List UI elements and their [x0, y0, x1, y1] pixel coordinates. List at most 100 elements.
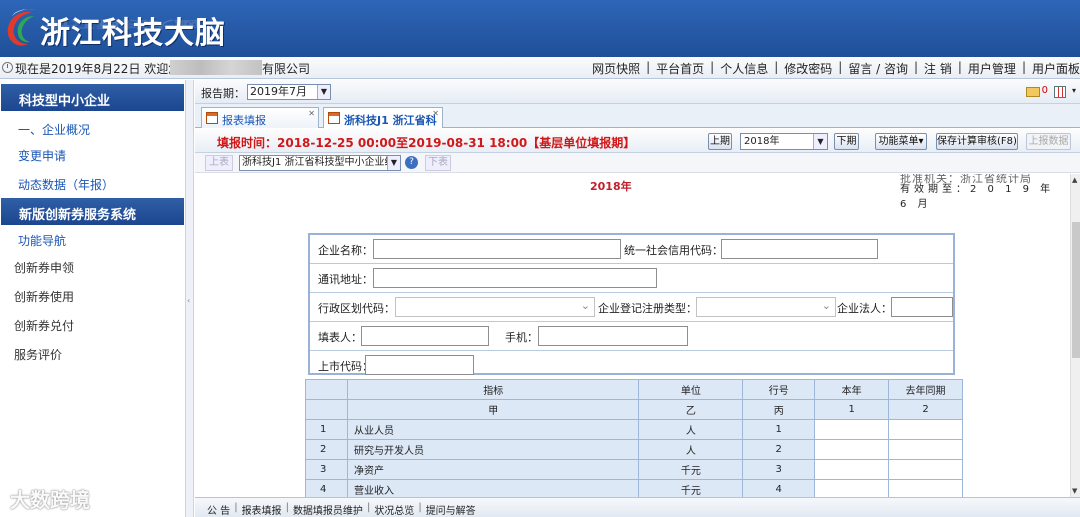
fill-time-notice: 填报时间：2018-12-25 00:00至2019-08-31 18:00【基…: [217, 136, 636, 150]
next-table-button[interactable]: 下表: [425, 155, 451, 171]
mail-icon[interactable]: [1026, 87, 1040, 97]
nav-change-password[interactable]: 修改密码: [784, 60, 832, 77]
region-code-label: 行政区划代码：: [318, 302, 395, 315]
header-seq: [305, 379, 348, 400]
legal-person-input[interactable]: [891, 297, 953, 317]
company-name-tail: 有限公司: [262, 62, 311, 76]
form-row: 填表人： 手机：: [310, 322, 953, 351]
company-name-label: 企业名称：: [318, 244, 373, 257]
last-year-input[interactable]: [888, 459, 963, 480]
region-code-select[interactable]: ⌄: [395, 297, 595, 317]
listed-code-input[interactable]: [365, 355, 474, 375]
bottom-nav-overview[interactable]: 状况总览: [374, 502, 414, 517]
table-code-row: 甲 乙 丙 1 2: [305, 399, 963, 420]
sidebar-section-sme[interactable]: 科技型中小企业: [1, 84, 184, 111]
bottom-nav: 公 告 | 报表填报 | 数据填报员维护 | 状况总览 | 提问与解答: [207, 502, 476, 517]
logo-icon: [7, 9, 36, 46]
scroll-thumb[interactable]: [1072, 222, 1080, 358]
code-cell: 2: [888, 399, 963, 420]
table-row: 2 研究与开发人员 人 2: [305, 439, 963, 460]
row-unit: 人: [638, 439, 744, 460]
upload-data-button[interactable]: 上报数据: [1026, 133, 1071, 150]
report-period-bar: 报告期： 2019年7月 ▼ 0 ▾: [195, 80, 1080, 104]
sidebar-item-voucher-apply[interactable]: 创新券申领: [0, 254, 185, 283]
row-line: 3: [742, 459, 816, 480]
this-year-input[interactable]: [814, 459, 890, 480]
scroll-up-icon[interactable]: ▲: [1072, 176, 1077, 184]
this-year-input[interactable]: [814, 419, 890, 440]
credit-code-input[interactable]: [721, 239, 878, 259]
help-icon[interactable]: ?: [405, 156, 418, 169]
reg-type-select[interactable]: ⌄: [696, 297, 836, 317]
scroll-down-icon[interactable]: ▼: [1072, 487, 1077, 495]
year-select[interactable]: 2018年 ▼: [740, 133, 828, 150]
function-menu-button[interactable]: 功能菜单▾: [875, 133, 927, 150]
prev-table-button[interactable]: 上表: [205, 155, 233, 171]
nav-profile[interactable]: 个人信息: [720, 60, 768, 77]
bottom-nav-notice[interactable]: 公 告: [207, 502, 230, 517]
filler-input[interactable]: [361, 326, 489, 346]
report-period-select[interactable]: 2019年7月 ▼: [247, 84, 331, 100]
nav-snapshot[interactable]: 网页快照: [592, 60, 640, 77]
bottom-nav-faq[interactable]: 提问与解答: [426, 502, 476, 517]
app-header: 浙江科技大脑 浙江科技大脑: [0, 0, 1080, 57]
chevron-down-icon: ▼: [387, 156, 400, 170]
report-table-select[interactable]: 浙科技J1 浙江省科技型中小企业统 ▼: [239, 155, 401, 171]
tab-report-j1[interactable]: 浙科技J1 浙江省科 ✕: [323, 107, 443, 128]
last-year-input[interactable]: [888, 479, 963, 497]
year-value: 2018年: [744, 136, 780, 147]
nav-logout[interactable]: 注 销: [924, 60, 952, 77]
sidebar-item-voucher-use[interactable]: 创新券使用: [0, 283, 185, 312]
nav-message[interactable]: 留言 / 咨询: [848, 60, 908, 77]
sidebar: 科技型中小企业 一、企业概况 变更申请 动态数据（年报） 新版创新券服务系统 功…: [0, 80, 186, 517]
nav-user-manage[interactable]: 用户管理: [968, 60, 1016, 77]
address-label: 通讯地址：: [318, 273, 373, 286]
vertical-scrollbar[interactable]: ▲ ▼: [1070, 174, 1080, 497]
bottom-nav-report-fill[interactable]: 报表填报: [242, 502, 282, 517]
close-icon[interactable]: ✕: [432, 109, 439, 118]
sidebar-collapse-handle[interactable]: ‹: [186, 80, 194, 517]
row-name: 营业收入: [346, 479, 640, 497]
nav-user-panel[interactable]: 用户面板: [1032, 60, 1080, 77]
sidebar-item-annual-data[interactable]: 动态数据（年报）: [0, 172, 185, 198]
next-period-button[interactable]: 下期: [834, 133, 859, 150]
table-row: 4 营业收入 千元 4: [305, 479, 963, 497]
bottom-nav-filler-manage[interactable]: 数据填报员维护: [293, 502, 363, 517]
tab-label: 浙科技J1 浙江省科: [344, 114, 437, 127]
chevron-down-icon[interactable]: ▾: [1072, 86, 1076, 95]
nav-home[interactable]: 平台首页: [656, 60, 704, 77]
save-check-button[interactable]: 保存计算审核(F8): [936, 133, 1018, 150]
brand-reflection: 浙江科技大脑: [44, 17, 201, 30]
close-icon[interactable]: ✕: [308, 109, 315, 118]
phone-input[interactable]: [538, 326, 688, 346]
company-name-input[interactable]: [373, 239, 621, 259]
this-year-input[interactable]: [814, 439, 890, 460]
last-year-input[interactable]: [888, 439, 963, 460]
redacted-company-name: [170, 60, 262, 75]
address-input[interactable]: [373, 268, 657, 288]
sidebar-item-overview[interactable]: 一、企业概况: [0, 117, 185, 143]
code-cell: 乙: [638, 399, 744, 420]
calendar-icon[interactable]: [1054, 86, 1066, 98]
sidebar-item-service-rating[interactable]: 服务评价: [0, 341, 185, 370]
report-period-label: 报告期：: [201, 87, 245, 100]
chevron-down-icon: ▼: [317, 85, 330, 99]
sidebar-item-function-nav[interactable]: 功能导航: [0, 228, 185, 254]
form-row: 上市代码：: [310, 351, 953, 380]
this-year-input[interactable]: [814, 479, 890, 497]
row-line: 4: [742, 479, 816, 497]
prev-period-button[interactable]: 上期: [708, 133, 732, 150]
table-row: 1 从业人员 人 1: [305, 419, 963, 440]
collapse-arrow-icon: ‹: [187, 296, 191, 305]
last-year-input[interactable]: [888, 419, 963, 440]
top-nav: 网页快照 | 平台首页 | 个人信息 | 修改密码 | 留言 / 咨询 | 注 销 | 用户…: [592, 60, 1080, 77]
sidebar-item-voucher-redeem[interactable]: 创新券兑付: [0, 312, 185, 341]
mail-count: 0: [1041, 85, 1048, 96]
tab-report-fill[interactable]: 报表填报 ✕: [201, 107, 319, 128]
sidebar-item-change-request[interactable]: 变更申请: [0, 143, 185, 169]
welcome-text: 现在是2019年8月22日 欢迎您，: [15, 62, 193, 76]
sidebar-section-voucher[interactable]: 新版创新券服务系统: [1, 198, 184, 225]
indicator-table: 指标 单位 行号 本年 去年同期 甲 乙 丙 1 2 1 从业人员 人 1 2 …: [305, 379, 963, 497]
row-unit: 千元: [638, 459, 744, 480]
clock-icon: [2, 62, 13, 73]
